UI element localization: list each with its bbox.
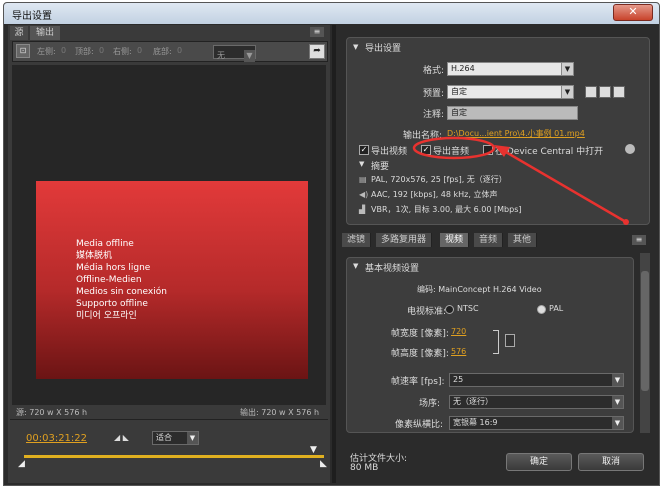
- crop-icon[interactable]: ⊡: [16, 44, 30, 58]
- offline-text-line: Medios sin conexión: [76, 287, 167, 297]
- crop-mode-select[interactable]: 无 ▼: [213, 45, 256, 62]
- aspect-value: 宽银幕 16:9: [453, 418, 498, 427]
- section-title: 基本视频设置: [365, 264, 420, 274]
- collapse-triangle-icon[interactable]: ▼: [353, 262, 358, 270]
- field-order-value: 无（逐行）: [453, 397, 493, 406]
- aspect-label: 像素纵横比:: [395, 420, 444, 430]
- preview-pane: 源 输出 ≡ ⊡ 左侧: 0 顶部: 0 右侧: 0 底部: 0 无 ▼ ➦ Me…: [8, 25, 330, 483]
- annotation-arrowhead: [494, 145, 510, 157]
- tab-filters[interactable]: 滤镜: [342, 233, 372, 247]
- annotation-arrow-line: [503, 149, 627, 224]
- tab-audio[interactable]: 音频: [474, 233, 504, 247]
- out-point-icon[interactable]: ◣: [320, 459, 327, 469]
- aspect-select[interactable]: 宽银幕 16:9 ▼: [449, 416, 624, 430]
- crop-toolbar: ⊡ 左侧: 0 顶部: 0 右侧: 0 底部: 0 无 ▼ ➦: [12, 41, 328, 62]
- fps-label: 帧速率 [fps]:: [391, 377, 445, 387]
- playhead-icon[interactable]: ▼: [310, 445, 317, 455]
- scrollbar-thumb[interactable]: [641, 271, 649, 391]
- crop-left-value[interactable]: 0: [61, 46, 66, 55]
- panel-menu-icon[interactable]: ≡: [632, 235, 646, 245]
- tab-video[interactable]: 视频: [440, 233, 470, 247]
- annotation-circle: [412, 136, 496, 160]
- pal-label: PAL: [549, 304, 564, 313]
- tab-output[interactable]: 输出: [30, 26, 60, 40]
- title-bar: 导出设置 ✕: [4, 3, 659, 24]
- chevron-down-icon: ▼: [612, 396, 623, 408]
- tab-source[interactable]: 源: [10, 26, 28, 40]
- window-title: 导出设置: [12, 11, 52, 22]
- frame-width-label: 帧宽度 [像素]:: [391, 329, 449, 339]
- offline-text-line: Supporto offline: [76, 299, 148, 309]
- tv-standard-label: 电视标准:: [407, 307, 447, 317]
- annotation-overlay: [412, 136, 629, 225]
- timecode[interactable]: 00:03:21:22: [26, 433, 87, 444]
- zoom-value: 适合: [156, 433, 172, 442]
- video-preview: Media offline 媒体脱机 Média hors ligne Offl…: [12, 65, 326, 405]
- offline-text-line: Media offline: [76, 239, 134, 249]
- output-dimensions: 输出: 720 w X 576 h: [240, 408, 320, 417]
- offline-text-line: Offline-Medien: [76, 275, 142, 285]
- source-dimensions: 源: 720 w X 576 h: [16, 408, 88, 417]
- crop-right-label: 右侧:: [113, 47, 132, 56]
- panel-menu-icon[interactable]: ≡: [310, 27, 324, 37]
- splitter[interactable]: [332, 25, 336, 483]
- zoom-select[interactable]: 适合 ▼: [152, 431, 199, 445]
- in-point-icon[interactable]: ◢: [18, 459, 25, 469]
- mark-in-icon[interactable]: ◢ ◣: [114, 433, 129, 442]
- frame-width-value[interactable]: 720: [451, 327, 466, 336]
- timeline-bar[interactable]: [24, 455, 324, 458]
- fps-value: 25: [453, 375, 464, 384]
- settings-pane: 导出设置 ▼ 格式: H.264 ▼ 预置: 自定 ▼ 注释: 自定 输出名称: D…: [338, 25, 655, 483]
- crop-top-label: 顶部:: [75, 47, 94, 56]
- field-order-select[interactable]: 无（逐行） ▼: [449, 395, 624, 409]
- offline-frame: Media offline 媒体脱机 Média hors ligne Offl…: [36, 181, 308, 379]
- settings-tabs: 滤镜 多路复用器 视频 音频 其他 ≡: [342, 233, 652, 247]
- crop-mode-value: 无: [217, 51, 225, 60]
- swap-icon[interactable]: ➦: [309, 44, 325, 59]
- crop-bottom-value[interactable]: 0: [177, 46, 182, 55]
- pal-radio[interactable]: [537, 305, 546, 314]
- field-order-label: 场序:: [419, 399, 441, 409]
- offline-text-line: Média hors ligne: [76, 263, 151, 273]
- codec-label: 编码: MainConcept H.264 Video: [417, 285, 542, 294]
- chevron-down-icon: ▼: [612, 374, 623, 386]
- chevron-down-icon: ▼: [612, 417, 623, 429]
- crop-bottom-label: 底部:: [153, 47, 172, 56]
- ntsc-label: NTSC: [457, 304, 479, 313]
- estimated-size-value: 80 MB: [350, 463, 379, 473]
- crop-left-label: 左侧:: [37, 47, 56, 56]
- frame-height-value[interactable]: 576: [451, 347, 466, 356]
- offline-text-line: 媒体脱机: [76, 251, 113, 261]
- ntsc-radio[interactable]: [445, 305, 454, 314]
- close-button[interactable]: ✕: [613, 4, 653, 21]
- basic-video-settings-group: ▼ 基本视频设置 编码: MainConcept H.264 Video 电视标…: [346, 257, 634, 433]
- chain-link-icon[interactable]: [505, 334, 515, 347]
- chevron-down-icon: ▼: [187, 432, 198, 444]
- cancel-button[interactable]: 取消: [578, 453, 644, 471]
- offline-text-line: 미디어 오프라인: [76, 311, 137, 321]
- fps-select[interactable]: 25 ▼: [449, 373, 624, 387]
- annotation-dot: [623, 219, 629, 225]
- chevron-down-icon: ▼: [244, 50, 255, 62]
- frame-height-label: 帧高度 [像素]:: [391, 349, 449, 359]
- ok-button[interactable]: 确定: [506, 453, 572, 471]
- tab-other[interactable]: 其他: [508, 233, 538, 247]
- tab-multiplexer[interactable]: 多路复用器: [376, 233, 433, 247]
- crop-top-value[interactable]: 0: [99, 46, 104, 55]
- scrollbar[interactable]: [640, 253, 650, 433]
- divider: [10, 419, 328, 420]
- crop-right-value[interactable]: 0: [137, 46, 142, 55]
- link-bracket: [493, 330, 499, 354]
- export-settings-window: 导出设置 ✕ 源 输出 ≡ ⊡ 左侧: 0 顶部: 0 右侧: 0 底部: 0 …: [3, 2, 660, 486]
